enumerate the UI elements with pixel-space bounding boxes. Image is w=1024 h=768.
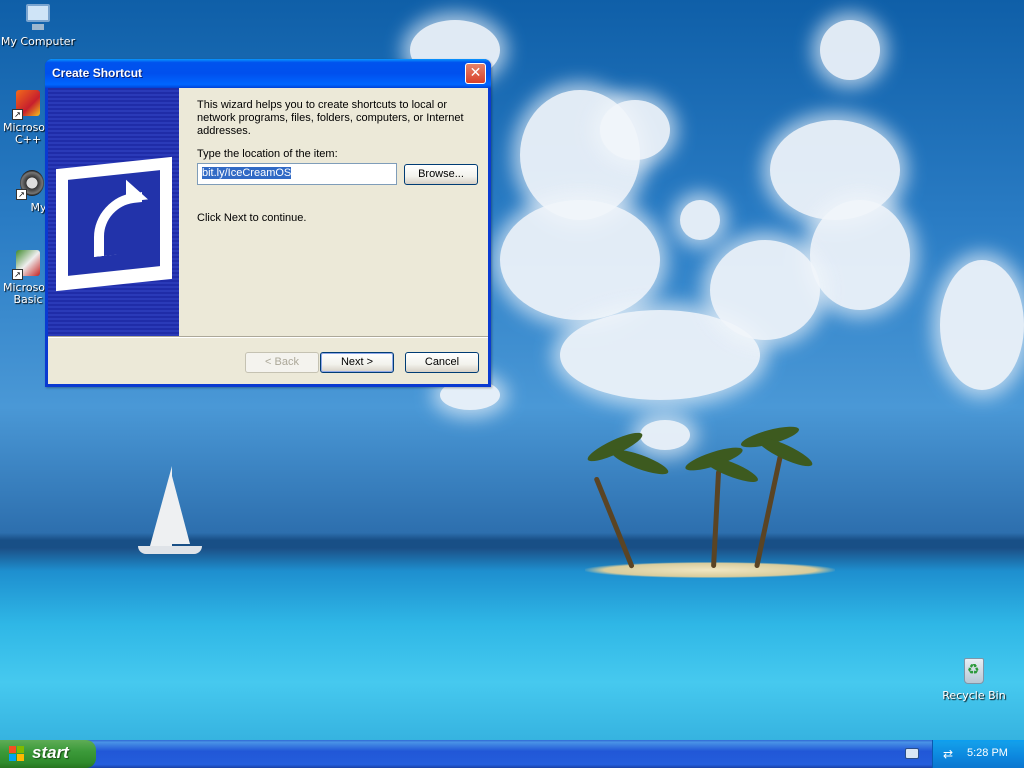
desktop-icon-label: My Computer xyxy=(0,35,76,48)
next-hint-text: Click Next to continue. xyxy=(197,212,307,224)
cloud xyxy=(680,200,720,240)
island xyxy=(585,562,835,578)
keyboard-tray-icon[interactable] xyxy=(905,748,919,759)
start-label: start xyxy=(32,743,69,762)
clock[interactable]: 5:28 PM xyxy=(967,747,1008,759)
network-tray-icon[interactable]: ⇄ xyxy=(943,747,957,761)
dialog-titlebar[interactable]: Create Shortcut ✕ xyxy=(45,59,491,88)
wizard-intro-text: This wizard helps you to create shortcut… xyxy=(197,99,464,137)
cloud xyxy=(710,240,820,340)
back-button[interactable]: < Back xyxy=(245,352,319,373)
palm-frond xyxy=(609,445,671,479)
cloud xyxy=(500,200,660,320)
cancel-button[interactable]: Cancel xyxy=(405,352,479,373)
cloud xyxy=(600,100,670,160)
dialog-title: Create Shortcut xyxy=(52,66,143,80)
location-input-value: bit.ly/IceCreamOS xyxy=(202,167,292,179)
cloud xyxy=(820,20,880,80)
sailboat-hull xyxy=(138,546,202,554)
cloud xyxy=(640,420,690,450)
desktop-icon-my-computer[interactable]: My Computer xyxy=(0,2,76,48)
close-button[interactable]: ✕ xyxy=(465,63,486,84)
desktop-icon-label: Recycle Bin xyxy=(942,689,1006,702)
computer-icon xyxy=(22,2,54,34)
sailboat-sail xyxy=(150,466,172,546)
location-label: Type the location of the item: xyxy=(197,148,338,160)
close-icon: ✕ xyxy=(469,65,482,81)
system-tray: ⇄ 5:28 PM xyxy=(932,740,1024,768)
wizard-content: This wizard helps you to create shortcut… xyxy=(197,99,487,224)
desktop-icon-recycle-bin[interactable]: ♻ Recycle Bin xyxy=(936,656,1012,702)
start-button[interactable]: start xyxy=(0,740,96,768)
raccoon-app-icon: ↗ xyxy=(16,168,48,200)
location-input[interactable]: bit.ly/IceCreamOS xyxy=(197,163,397,185)
create-shortcut-dialog: Create Shortcut ✕ This wizard helps you … xyxy=(45,59,491,387)
dialog-divider xyxy=(48,336,488,338)
cloud xyxy=(940,260,1024,390)
browse-button[interactable]: Browse... xyxy=(404,164,478,185)
taskbar: start ⇄ 5:28 PM xyxy=(0,740,1024,768)
wizard-banner xyxy=(48,88,179,336)
sea xyxy=(0,548,1024,740)
sailboat-sail xyxy=(172,476,190,544)
recycle-bin-icon: ♻ xyxy=(958,656,990,688)
windows-logo-icon xyxy=(9,746,25,762)
next-button[interactable]: Next > xyxy=(320,352,394,373)
visual-basic-icon: ↗ xyxy=(12,248,44,280)
shortcut-arrow-icon xyxy=(56,156,172,292)
cloud xyxy=(810,200,910,310)
visual-cpp-icon: ↗ xyxy=(12,88,44,120)
